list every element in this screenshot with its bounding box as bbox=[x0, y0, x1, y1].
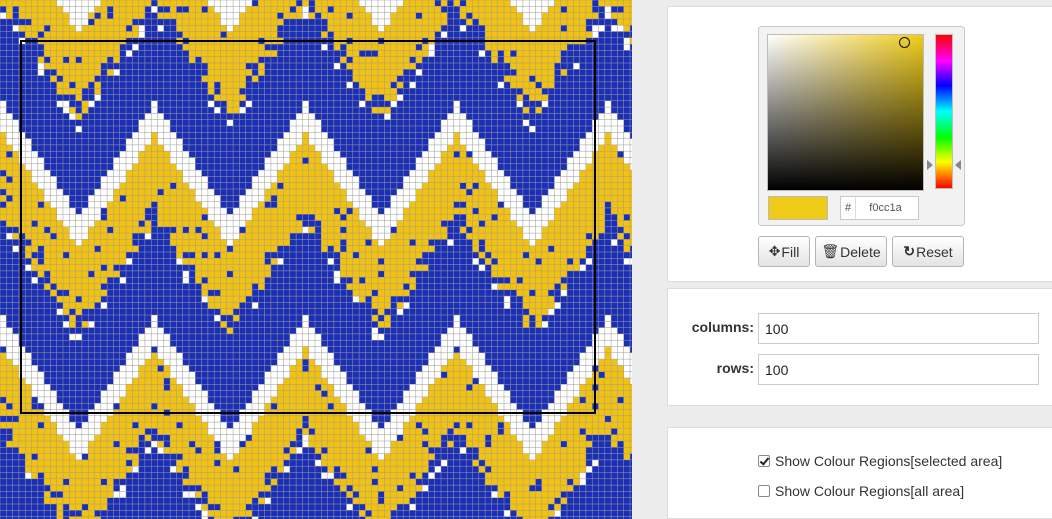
rows-input[interactable] bbox=[758, 354, 1039, 385]
pattern-grid[interactable] bbox=[0, 0, 632, 519]
show-regions-all-option[interactable]: Show Colour Regions[all area] bbox=[758, 483, 964, 499]
hex-field[interactable]: # f0cc1a bbox=[840, 196, 919, 220]
rows-label: rows: bbox=[716, 360, 754, 376]
grid-size-panel: columns: rows: bbox=[667, 288, 1052, 406]
color-panel: # f0cc1a ✥ Fill 🗑 Delete ↻ Reset bbox=[667, 6, 1052, 282]
show-regions-selected-label: Show Colour Regions[selected area] bbox=[775, 453, 1003, 469]
current-color-swatch bbox=[768, 196, 828, 220]
move-arrows-icon: ✥ bbox=[768, 243, 781, 259]
reset-label: Reset bbox=[916, 243, 953, 260]
hex-input[interactable]: f0cc1a bbox=[857, 197, 914, 219]
show-regions-all-label: Show Colour Regions[all area] bbox=[775, 483, 965, 499]
fill-label: Fill bbox=[781, 243, 800, 260]
show-regions-all-checkbox[interactable] bbox=[758, 485, 770, 497]
color-picker: # f0cc1a bbox=[758, 26, 965, 226]
delete-label: Delete bbox=[840, 243, 881, 260]
grid-canvas-area[interactable] bbox=[0, 0, 632, 519]
hex-prefix: # bbox=[841, 197, 856, 219]
show-regions-selected-checkbox[interactable] bbox=[758, 455, 770, 467]
delete-button[interactable]: 🗑 Delete bbox=[815, 236, 887, 267]
reset-button[interactable]: ↻ Reset bbox=[892, 236, 964, 267]
colour-regions-panel: Show Colour Regions[selected area] Show … bbox=[667, 427, 1052, 519]
columns-label: columns: bbox=[691, 319, 754, 335]
hue-pointer-left-icon[interactable] bbox=[927, 160, 933, 170]
fill-button[interactable]: ✥ Fill bbox=[758, 236, 810, 267]
hue-slider[interactable] bbox=[935, 34, 953, 189]
show-regions-selected-option[interactable]: Show Colour Regions[selected area] bbox=[758, 453, 1002, 469]
trash-icon: 🗑 bbox=[821, 243, 840, 259]
color-cursor[interactable] bbox=[899, 37, 910, 48]
columns-input[interactable] bbox=[758, 313, 1039, 344]
reset-icon: ↻ bbox=[903, 243, 916, 259]
saturation-value-field[interactable] bbox=[767, 34, 924, 191]
hue-pointer-right-icon[interactable] bbox=[955, 160, 961, 170]
